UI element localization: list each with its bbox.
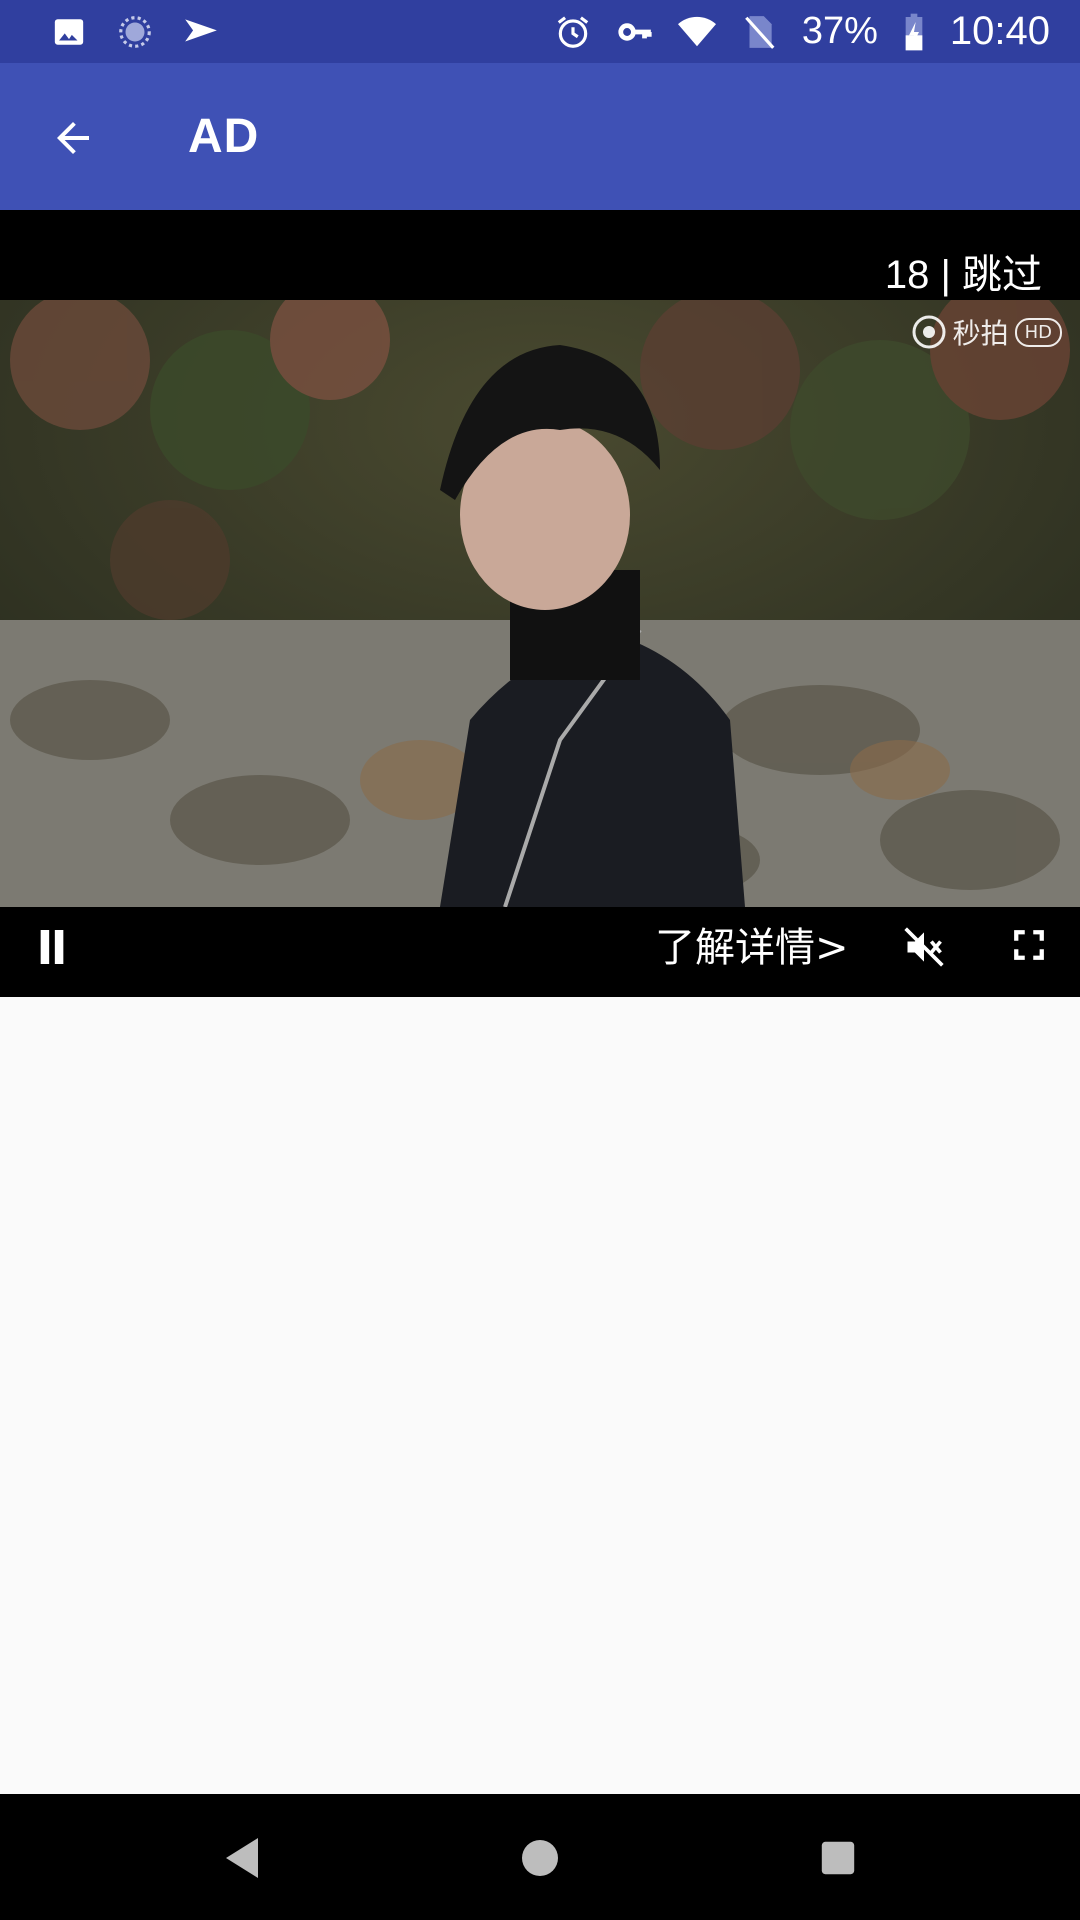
- battery-charging-icon: [902, 13, 926, 51]
- video-frame[interactable]: 秒拍 HD: [0, 300, 1080, 907]
- fullscreen-icon[interactable]: [1005, 921, 1053, 969]
- nav-back-icon[interactable]: [216, 1832, 268, 1884]
- no-sim-icon: [740, 13, 778, 51]
- video-still-image: [0, 300, 1080, 907]
- pause-icon[interactable]: [30, 925, 74, 969]
- image-icon: [50, 13, 88, 51]
- hd-badge: HD: [1014, 317, 1062, 347]
- sync-icon: [116, 13, 154, 51]
- video-controls: 了解详情>: [0, 907, 1080, 997]
- video-ad-player[interactable]: 18 | 跳过 秒拍 HD 了解详情>: [0, 210, 1080, 997]
- learn-more-button[interactable]: 了解详情>: [655, 915, 849, 973]
- battery-percent: 37%: [801, 10, 878, 52]
- key-icon: [616, 13, 654, 51]
- app-bar: AD: [0, 63, 1080, 210]
- status-bar: 37% 10:40: [0, 0, 1080, 63]
- system-nav-bar: [0, 1794, 1080, 1920]
- volume-off-icon[interactable]: [898, 921, 950, 973]
- alarm-icon: [554, 13, 592, 51]
- page-title: AD: [188, 110, 260, 163]
- camera-logo-icon: [912, 315, 946, 349]
- arrow-back-icon[interactable]: [38, 103, 108, 173]
- clock: 10:40: [949, 9, 1050, 53]
- content-area: [0, 997, 1080, 1794]
- nav-recents-icon[interactable]: [812, 1832, 864, 1884]
- video-watermark: 秒拍 HD: [911, 312, 1062, 352]
- skip-countdown-button[interactable]: 18 | 跳过: [885, 242, 1042, 300]
- watermark-text: 秒拍: [952, 317, 1009, 350]
- wifi-icon: [677, 13, 716, 51]
- send-icon: [182, 13, 220, 51]
- nav-home-icon[interactable]: [514, 1832, 566, 1884]
